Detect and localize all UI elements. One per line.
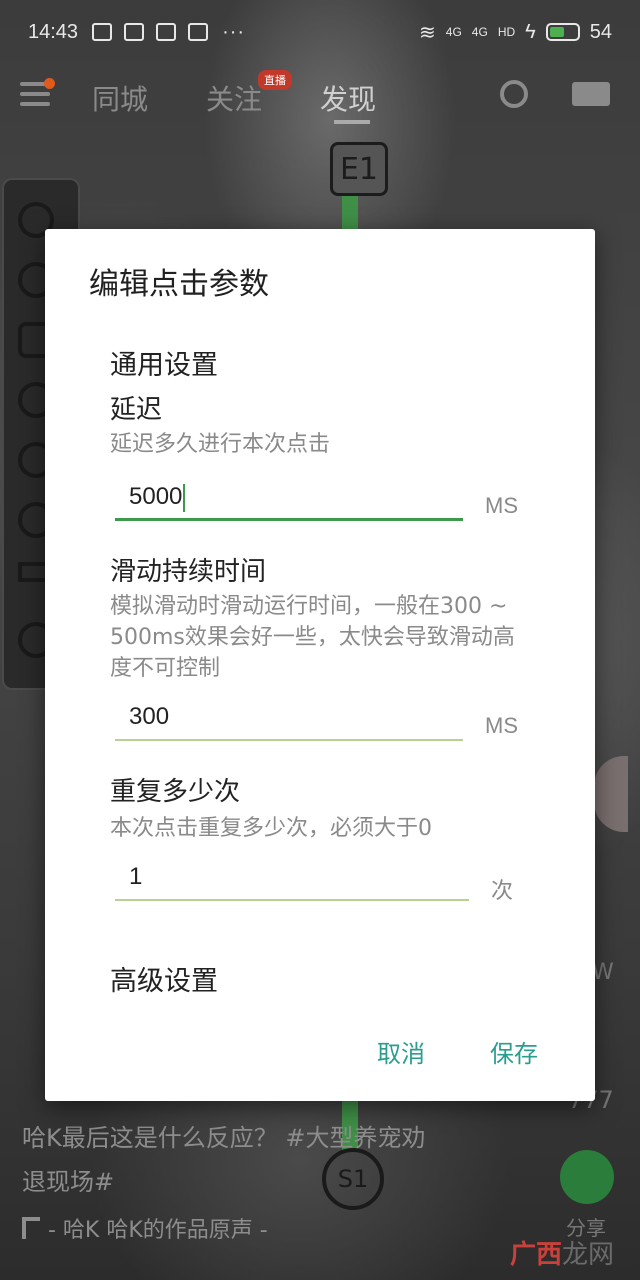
music-info[interactable]: - 哈K 哈K的作品原声 -	[22, 1212, 268, 1244]
repeat-label: 重复多少次	[110, 777, 241, 807]
side-action-label: W	[592, 960, 614, 985]
status-right: ≋ 4G 4G HD ϟ 54	[419, 20, 612, 45]
video-caption-line1: 哈K最后这是什么反应？ #大型养宠劝	[22, 1124, 426, 1152]
save-button[interactable]: 保存	[490, 1034, 538, 1069]
tab-discover[interactable]: 发现	[320, 78, 376, 118]
status-time: 14:43	[28, 20, 79, 43]
paw-icon	[188, 23, 209, 41]
active-tab-underline	[334, 120, 370, 124]
advanced-settings-heading[interactable]: 高级设置	[110, 959, 218, 998]
swipe-duration-input[interactable]: 300	[115, 697, 463, 741]
delay-unit: MS	[485, 493, 518, 518]
hd-badge: HD	[497, 25, 516, 39]
repeat-unit: 次	[491, 878, 514, 903]
network-badge-2: 4G	[471, 25, 488, 39]
music-note-icon	[22, 1217, 40, 1239]
watermark-logo: 广西龙网	[510, 1234, 614, 1271]
battery-fill	[549, 27, 564, 37]
mail-icon	[156, 23, 177, 41]
music-text: - 哈K 哈K的作品原声 -	[48, 1218, 268, 1243]
swipe-duration-unit: MS	[485, 713, 518, 738]
start-point-marker[interactable]: S1	[322, 1148, 384, 1210]
tab-follow[interactable]: 关注	[206, 78, 262, 118]
text-caret	[183, 483, 186, 512]
live-badge: 直播	[258, 70, 292, 90]
swipe-duration-label: 滑动持续时间	[110, 557, 267, 587]
general-settings-heading: 通用设置	[110, 350, 218, 381]
edit-click-params-dialog: 编辑点击参数 通用设置 延迟 延迟多久进行本次点击 5000 MS 滑动持续时间…	[45, 229, 595, 1101]
cancel-button[interactable]: 取消	[377, 1034, 425, 1069]
repeat-description: 本次点击重复多少次，必须大于0	[110, 816, 432, 841]
watermark-brand: 广西	[510, 1240, 563, 1270]
notification-icon	[92, 23, 113, 41]
network-badge-1: 4G	[445, 25, 462, 39]
wifi-icon: ≋	[419, 21, 436, 44]
repeat-input[interactable]: 1	[115, 857, 469, 901]
video-camera-icon[interactable]	[572, 82, 610, 106]
status-bar: 14:43 ··· ≋ 4G 4G HD ϟ 54	[0, 0, 640, 64]
more-notifications-icon: ···	[222, 20, 246, 43]
hash-icon	[124, 23, 145, 41]
menu-badge-dot	[44, 78, 55, 89]
search-icon[interactable]	[500, 80, 528, 108]
video-caption-line2: 退现场#	[22, 1168, 115, 1196]
battery-icon	[545, 23, 580, 41]
delay-description: 延迟多久进行本次点击	[110, 432, 331, 457]
delay-value: 5000	[129, 483, 183, 510]
wechat-share-icon[interactable]	[560, 1150, 614, 1204]
end-point-marker[interactable]: E1	[330, 142, 388, 196]
watermark-suffix: 龙网	[562, 1240, 615, 1270]
charging-icon: ϟ	[525, 20, 536, 43]
tab-city[interactable]: 同城	[92, 78, 148, 118]
delay-label: 延迟	[110, 395, 163, 425]
delay-input[interactable]: 5000	[115, 477, 463, 521]
battery-level: 54	[589, 20, 612, 43]
dialog-title: 编辑点击参数	[89, 267, 269, 302]
swipe-duration-description: 模拟滑动时滑动运行时间，一般在300 ~ 500ms效果会好一些，太快会导致滑动…	[110, 594, 515, 681]
top-nav: 同城 关注 直播 发现	[0, 70, 640, 126]
